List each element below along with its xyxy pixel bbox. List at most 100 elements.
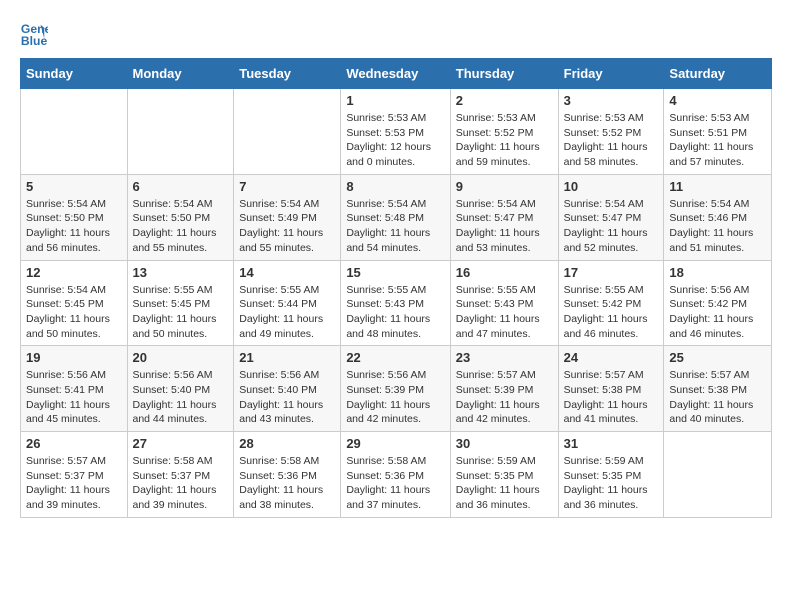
calendar-cell: 18 Sunrise: 5:56 AM Sunset: 5:42 PM Dayl… xyxy=(664,260,772,346)
sunrise-text: Sunrise: 5:53 AM xyxy=(564,112,644,124)
day-info: Sunrise: 5:56 AM Sunset: 5:42 PM Dayligh… xyxy=(669,283,766,342)
sunrise-text: Sunrise: 5:54 AM xyxy=(564,198,644,210)
day-number: 17 xyxy=(564,265,659,280)
calendar-week-row: 19 Sunrise: 5:56 AM Sunset: 5:41 PM Dayl… xyxy=(21,346,772,432)
daylight-text: Daylight: 11 hours and 42 minutes. xyxy=(346,399,430,426)
day-number: 9 xyxy=(456,179,553,194)
daylight-text: Daylight: 11 hours and 36 minutes. xyxy=(456,484,540,511)
daylight-text: Daylight: 11 hours and 49 minutes. xyxy=(239,313,323,340)
calendar-cell xyxy=(234,89,341,175)
day-number: 27 xyxy=(133,436,229,451)
sunset-text: Sunset: 5:42 PM xyxy=(669,298,747,310)
day-info: Sunrise: 5:59 AM Sunset: 5:35 PM Dayligh… xyxy=(564,454,659,513)
sunrise-text: Sunrise: 5:54 AM xyxy=(26,284,106,296)
svg-text:Blue: Blue xyxy=(21,34,48,48)
daylight-text: Daylight: 11 hours and 42 minutes. xyxy=(456,399,540,426)
day-number: 26 xyxy=(26,436,122,451)
sunset-text: Sunset: 5:41 PM xyxy=(26,384,104,396)
sunrise-text: Sunrise: 5:54 AM xyxy=(456,198,536,210)
day-info: Sunrise: 5:57 AM Sunset: 5:38 PM Dayligh… xyxy=(564,368,659,427)
day-number: 11 xyxy=(669,179,766,194)
calendar-cell: 19 Sunrise: 5:56 AM Sunset: 5:41 PM Dayl… xyxy=(21,346,128,432)
day-number: 24 xyxy=(564,350,659,365)
day-info: Sunrise: 5:55 AM Sunset: 5:45 PM Dayligh… xyxy=(133,283,229,342)
daylight-text: Daylight: 11 hours and 46 minutes. xyxy=(669,313,753,340)
day-number: 30 xyxy=(456,436,553,451)
weekday-header-row: SundayMondayTuesdayWednesdayThursdayFrid… xyxy=(21,59,772,89)
day-number: 14 xyxy=(239,265,335,280)
calendar-cell: 11 Sunrise: 5:54 AM Sunset: 5:46 PM Dayl… xyxy=(664,174,772,260)
day-info: Sunrise: 5:55 AM Sunset: 5:44 PM Dayligh… xyxy=(239,283,335,342)
sunset-text: Sunset: 5:50 PM xyxy=(26,212,104,224)
day-number: 31 xyxy=(564,436,659,451)
sunset-text: Sunset: 5:44 PM xyxy=(239,298,317,310)
calendar-cell: 3 Sunrise: 5:53 AM Sunset: 5:52 PM Dayli… xyxy=(558,89,664,175)
calendar-cell: 9 Sunrise: 5:54 AM Sunset: 5:47 PM Dayli… xyxy=(450,174,558,260)
page-header: General Blue xyxy=(20,20,772,48)
weekday-header: Wednesday xyxy=(341,59,450,89)
day-info: Sunrise: 5:53 AM Sunset: 5:52 PM Dayligh… xyxy=(564,111,659,170)
day-info: Sunrise: 5:55 AM Sunset: 5:43 PM Dayligh… xyxy=(456,283,553,342)
sunrise-text: Sunrise: 5:55 AM xyxy=(133,284,213,296)
daylight-text: Daylight: 11 hours and 38 minutes. xyxy=(239,484,323,511)
day-info: Sunrise: 5:53 AM Sunset: 5:52 PM Dayligh… xyxy=(456,111,553,170)
daylight-text: Daylight: 11 hours and 53 minutes. xyxy=(456,227,540,254)
calendar-cell: 20 Sunrise: 5:56 AM Sunset: 5:40 PM Dayl… xyxy=(127,346,234,432)
day-number: 20 xyxy=(133,350,229,365)
sunset-text: Sunset: 5:36 PM xyxy=(346,470,424,482)
day-number: 7 xyxy=(239,179,335,194)
sunset-text: Sunset: 5:49 PM xyxy=(239,212,317,224)
daylight-text: Daylight: 11 hours and 41 minutes. xyxy=(564,399,648,426)
day-info: Sunrise: 5:57 AM Sunset: 5:38 PM Dayligh… xyxy=(669,368,766,427)
day-info: Sunrise: 5:58 AM Sunset: 5:36 PM Dayligh… xyxy=(346,454,444,513)
sunset-text: Sunset: 5:47 PM xyxy=(564,212,642,224)
day-number: 18 xyxy=(669,265,766,280)
day-number: 4 xyxy=(669,93,766,108)
calendar-cell: 21 Sunrise: 5:56 AM Sunset: 5:40 PM Dayl… xyxy=(234,346,341,432)
day-info: Sunrise: 5:54 AM Sunset: 5:46 PM Dayligh… xyxy=(669,197,766,256)
daylight-text: Daylight: 11 hours and 39 minutes. xyxy=(26,484,110,511)
sunset-text: Sunset: 5:45 PM xyxy=(26,298,104,310)
daylight-text: Daylight: 11 hours and 57 minutes. xyxy=(669,141,753,168)
sunset-text: Sunset: 5:48 PM xyxy=(346,212,424,224)
day-info: Sunrise: 5:55 AM Sunset: 5:43 PM Dayligh… xyxy=(346,283,444,342)
weekday-header: Saturday xyxy=(664,59,772,89)
day-info: Sunrise: 5:58 AM Sunset: 5:37 PM Dayligh… xyxy=(133,454,229,513)
calendar-week-row: 1 Sunrise: 5:53 AM Sunset: 5:53 PM Dayli… xyxy=(21,89,772,175)
day-number: 16 xyxy=(456,265,553,280)
sunrise-text: Sunrise: 5:54 AM xyxy=(669,198,749,210)
day-number: 23 xyxy=(456,350,553,365)
day-number: 19 xyxy=(26,350,122,365)
sunrise-text: Sunrise: 5:55 AM xyxy=(346,284,426,296)
sunrise-text: Sunrise: 5:53 AM xyxy=(669,112,749,124)
weekday-header: Monday xyxy=(127,59,234,89)
sunset-text: Sunset: 5:35 PM xyxy=(564,470,642,482)
sunrise-text: Sunrise: 5:56 AM xyxy=(26,369,106,381)
day-number: 28 xyxy=(239,436,335,451)
calendar-week-row: 26 Sunrise: 5:57 AM Sunset: 5:37 PM Dayl… xyxy=(21,432,772,518)
daylight-text: Daylight: 11 hours and 40 minutes. xyxy=(669,399,753,426)
day-number: 2 xyxy=(456,93,553,108)
day-number: 3 xyxy=(564,93,659,108)
calendar-cell: 10 Sunrise: 5:54 AM Sunset: 5:47 PM Dayl… xyxy=(558,174,664,260)
daylight-text: Daylight: 11 hours and 51 minutes. xyxy=(669,227,753,254)
sunset-text: Sunset: 5:42 PM xyxy=(564,298,642,310)
logo-icon: General Blue xyxy=(20,20,48,48)
sunset-text: Sunset: 5:39 PM xyxy=(346,384,424,396)
daylight-text: Daylight: 12 hours and 0 minutes. xyxy=(346,141,431,168)
sunset-text: Sunset: 5:51 PM xyxy=(669,127,747,139)
daylight-text: Daylight: 11 hours and 44 minutes. xyxy=(133,399,217,426)
sunrise-text: Sunrise: 5:54 AM xyxy=(239,198,319,210)
sunrise-text: Sunrise: 5:55 AM xyxy=(456,284,536,296)
day-number: 13 xyxy=(133,265,229,280)
sunset-text: Sunset: 5:47 PM xyxy=(456,212,534,224)
day-number: 10 xyxy=(564,179,659,194)
calendar-cell: 1 Sunrise: 5:53 AM Sunset: 5:53 PM Dayli… xyxy=(341,89,450,175)
weekday-header: Thursday xyxy=(450,59,558,89)
day-number: 22 xyxy=(346,350,444,365)
daylight-text: Daylight: 11 hours and 55 minutes. xyxy=(239,227,323,254)
calendar-cell: 29 Sunrise: 5:58 AM Sunset: 5:36 PM Dayl… xyxy=(341,432,450,518)
day-info: Sunrise: 5:54 AM Sunset: 5:49 PM Dayligh… xyxy=(239,197,335,256)
day-number: 25 xyxy=(669,350,766,365)
sunset-text: Sunset: 5:45 PM xyxy=(133,298,211,310)
